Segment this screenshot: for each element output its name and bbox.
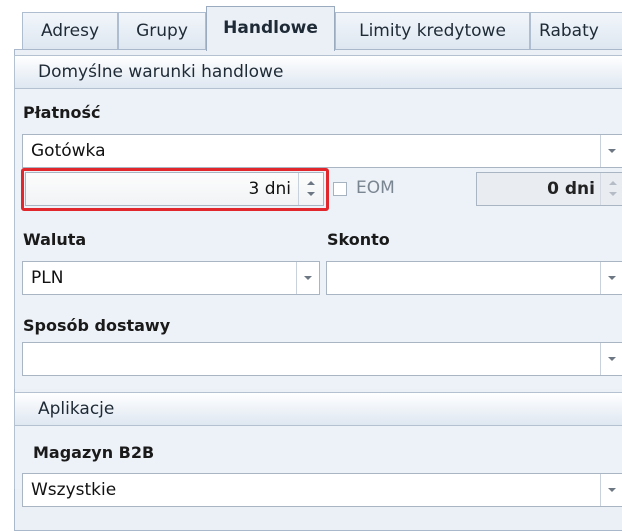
tab-adresy[interactable]: Adresy bbox=[22, 12, 118, 50]
discount-label: Skonto bbox=[327, 230, 390, 249]
delivery-method-dropdown[interactable] bbox=[22, 342, 622, 376]
currency-dropdown[interactable]: PLN bbox=[22, 261, 320, 295]
currency-value: PLN bbox=[31, 268, 64, 288]
highlight-box bbox=[21, 168, 329, 211]
eom-days-spinner[interactable]: 0 dni bbox=[476, 172, 622, 206]
eom-days-value: 0 dni bbox=[547, 179, 595, 199]
chevron-down-icon[interactable] bbox=[600, 135, 622, 167]
eom-label: EOM bbox=[356, 178, 395, 198]
trade-conditions-group-header[interactable]: Domyślne warunki handlowe bbox=[14, 55, 622, 89]
tab-limity-kredytowe[interactable]: Limity kredytowe bbox=[335, 12, 530, 50]
warehouse-b2b-label: Magazyn B2B bbox=[33, 443, 155, 462]
chevron-down-icon[interactable] bbox=[600, 262, 622, 294]
payment-method-value: Gotówka bbox=[31, 141, 106, 161]
warehouse-b2b-dropdown[interactable]: Wszystkie bbox=[22, 473, 622, 507]
warehouse-b2b-value: Wszystkie bbox=[31, 480, 117, 500]
payment-method-dropdown[interactable]: Gotówka bbox=[22, 134, 622, 168]
tab-grupy[interactable]: Grupy bbox=[118, 12, 206, 50]
spinner-arrows-icon[interactable] bbox=[600, 173, 622, 205]
tab-strip: Adresy Grupy Handlowe Limity kredytowe R… bbox=[0, 0, 622, 51]
payment-label: Płatność bbox=[23, 103, 101, 122]
chevron-down-icon[interactable] bbox=[600, 474, 622, 506]
discount-dropdown[interactable] bbox=[326, 261, 622, 295]
eom-checkbox[interactable] bbox=[333, 182, 347, 196]
chevron-down-icon[interactable] bbox=[296, 262, 319, 294]
delivery-method-label: Sposób dostawy bbox=[23, 316, 171, 335]
applications-group-header[interactable]: Aplikacje bbox=[14, 392, 622, 426]
currency-label: Waluta bbox=[23, 230, 87, 249]
chevron-down-icon[interactable] bbox=[600, 343, 622, 375]
tab-rabaty[interactable]: Rabaty bbox=[530, 12, 622, 50]
tab-handlowe[interactable]: Handlowe bbox=[206, 6, 335, 51]
